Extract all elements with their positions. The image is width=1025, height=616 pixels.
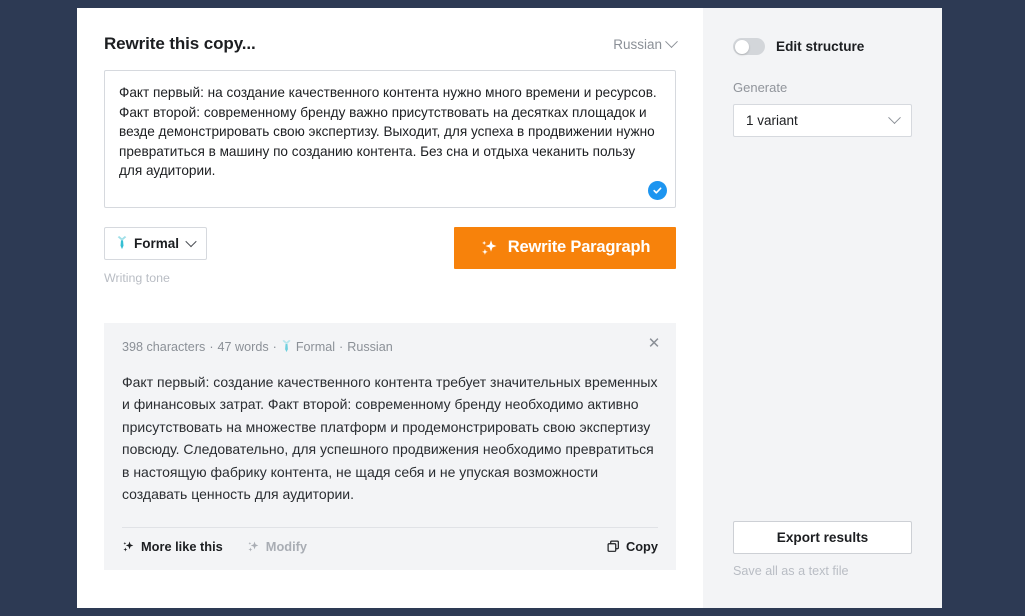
edit-structure-toggle[interactable] bbox=[733, 38, 765, 55]
modify-label: Modify bbox=[266, 541, 307, 554]
result-character-count: 398 characters bbox=[122, 340, 205, 354]
more-like-this-label: More like this bbox=[141, 541, 223, 554]
meta-separator: · bbox=[273, 340, 277, 354]
page-title: Rewrite this copy... bbox=[104, 34, 256, 54]
copy-icon bbox=[607, 540, 620, 556]
export-caption: Save all as a text file bbox=[733, 564, 912, 578]
meta-separator: · bbox=[339, 340, 343, 354]
check-circle-icon bbox=[648, 181, 667, 200]
editor-toolbar: Formal Writing tone Rewrite Paragraph bbox=[104, 227, 676, 285]
result-word-count: 47 words bbox=[218, 340, 269, 354]
close-icon[interactable]: ✕ bbox=[646, 336, 662, 352]
chevron-down-icon bbox=[665, 35, 678, 48]
result-text: Факт первый: создание качественного конт… bbox=[122, 371, 658, 506]
language-select-value: Russian bbox=[613, 37, 662, 52]
writing-tone-group: Formal Writing tone bbox=[104, 227, 207, 285]
main-header: Rewrite this copy... Russian bbox=[104, 34, 676, 54]
sparkles-icon bbox=[247, 540, 260, 556]
main-content-column: Rewrite this copy... Russian Факт первый… bbox=[77, 8, 703, 608]
result-meta: 398 characters · 47 words · Formal · Rus… bbox=[122, 339, 658, 355]
result-card: 398 characters · 47 words · Formal · Rus… bbox=[104, 323, 676, 570]
writing-tone-caption: Writing tone bbox=[104, 271, 207, 285]
necktie-icon bbox=[281, 339, 292, 355]
generate-label: Generate bbox=[733, 80, 912, 95]
variant-count-select[interactable]: 1 variant bbox=[733, 104, 912, 137]
chevron-down-icon bbox=[185, 236, 196, 247]
source-text-editor[interactable]: Факт первый: на создание качественного к… bbox=[104, 70, 676, 208]
rewrite-paragraph-label: Rewrite Paragraph bbox=[508, 238, 650, 257]
sparkles-icon bbox=[480, 238, 499, 257]
chevron-down-icon bbox=[888, 111, 901, 124]
source-text-value: Факт первый: на создание качественного к… bbox=[119, 83, 661, 181]
language-select[interactable]: Russian bbox=[613, 37, 676, 52]
necktie-icon bbox=[116, 235, 128, 252]
settings-sidebar: Edit structure Generate 1 variant Export… bbox=[703, 8, 942, 608]
sparkles-icon bbox=[122, 540, 135, 556]
result-actions: More like this Modify bbox=[122, 528, 658, 570]
toggle-knob bbox=[735, 40, 749, 54]
copy-label: Copy bbox=[626, 541, 658, 554]
export-results-button[interactable]: Export results bbox=[733, 521, 912, 554]
copy-button[interactable]: Copy bbox=[607, 540, 658, 556]
writing-tone-label: Formal bbox=[134, 237, 179, 251]
sidebar-footer: Export results Save all as a text file bbox=[733, 521, 912, 578]
result-tone: Formal bbox=[296, 340, 335, 354]
modify-button[interactable]: Modify bbox=[247, 540, 307, 556]
more-like-this-button[interactable]: More like this bbox=[122, 540, 223, 556]
meta-separator: · bbox=[209, 340, 213, 354]
rewrite-paragraph-button[interactable]: Rewrite Paragraph bbox=[454, 227, 676, 269]
variant-count-value: 1 variant bbox=[746, 113, 798, 128]
result-language: Russian bbox=[347, 340, 393, 354]
edit-structure-row: Edit structure bbox=[733, 38, 912, 55]
writing-tone-button[interactable]: Formal bbox=[104, 227, 207, 260]
edit-structure-label: Edit structure bbox=[776, 39, 864, 54]
app-window: Rewrite this copy... Russian Факт первый… bbox=[77, 8, 942, 608]
